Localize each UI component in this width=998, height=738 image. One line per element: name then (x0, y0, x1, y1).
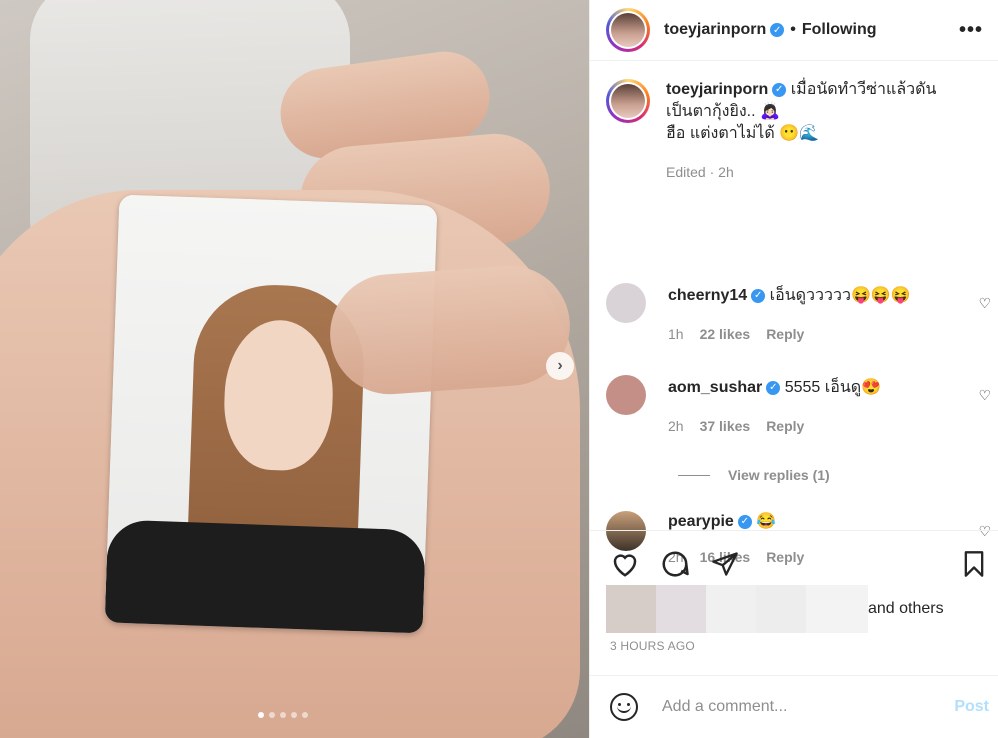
following-button[interactable]: Following (802, 21, 877, 39)
likes-summary[interactable]: and others (606, 585, 998, 633)
post-caption: toeyjarinporn ✓ เมื่อนัดทำวีซ่าแล้วดัน เป… (590, 61, 998, 211)
emoji-icon[interactable] (610, 693, 638, 721)
verified-badge-icon: ✓ (737, 514, 752, 529)
separator-dot: • (790, 21, 796, 38)
carousel-dot (291, 712, 297, 718)
caption-line-2: เป็นตากุ้งยิง.. 🙇🏻‍♀️ (666, 103, 780, 120)
comment-avatar[interactable] (606, 375, 646, 415)
carousel-dot (258, 712, 264, 718)
post-actions: and others 3 HOURS AGO (590, 530, 998, 653)
view-replies-button[interactable]: View replies (1) (590, 467, 998, 483)
and-others-label[interactable]: and others (868, 600, 944, 618)
verified-badge-icon: ✓ (751, 288, 766, 303)
verified-badge-icon: ✓ (770, 23, 785, 37)
caption-username[interactable]: toeyjarinporn (666, 81, 768, 98)
ellipsis-icon[interactable]: ••• (959, 19, 983, 42)
heart-outline-icon[interactable]: ♡ (978, 295, 991, 312)
heart-icon[interactable] (610, 550, 640, 578)
comment-username[interactable]: cheerny14 (668, 287, 747, 304)
share-icon[interactable] (710, 550, 740, 578)
caption-avatar[interactable] (606, 79, 650, 123)
carousel-dot (269, 712, 275, 718)
caption-line-1: เมื่อนัดทำวีซ่าแล้วดัน (790, 81, 937, 98)
passport-photo (104, 194, 438, 634)
liker-avatar-blur (806, 585, 868, 633)
comment-avatar[interactable] (606, 283, 646, 323)
comment-likes[interactable]: 37 likes (700, 418, 751, 434)
carousel-dot (302, 712, 308, 718)
reply-button[interactable]: Reply (766, 418, 804, 434)
liker-avatar-blur (756, 585, 806, 633)
caption-line-3: ฮือ แต่งตาไม่ได้ 😶🌊 (666, 125, 820, 142)
comment-time: 1h (668, 326, 684, 342)
liker-avatar-blur (606, 585, 656, 633)
liker-avatar-blur (656, 585, 706, 633)
post-media: › (0, 0, 589, 738)
comment-username[interactable]: aom_sushar (668, 379, 762, 396)
liker-avatar-blur (706, 585, 756, 633)
comment-item: aom_sushar ✓ 5555 เอ็นดู😍 2h 37 likes Reply… (590, 375, 998, 443)
reply-button[interactable]: Reply (766, 326, 804, 342)
add-comment-bar: Post (590, 675, 998, 738)
comment-item: cheerny14 ✓ เอ็นดูววววว😝😝😝 1h 22 likes Repl… (590, 283, 998, 363)
comment-text: 😂 (756, 513, 777, 530)
portrait-shirt (104, 519, 427, 634)
comment-likes[interactable]: 22 likes (700, 326, 751, 342)
comment-time: 2h (668, 418, 684, 434)
comment-input[interactable] (660, 697, 955, 717)
heart-outline-icon[interactable]: ♡ (978, 387, 991, 404)
bookmark-icon[interactable] (961, 550, 987, 578)
edited-label: Edited (666, 164, 706, 180)
posted-time: 3 HOURS AGO (610, 639, 695, 653)
carousel-dots (258, 712, 308, 718)
replies-line (678, 474, 710, 476)
verified-badge-icon: ✓ (766, 380, 781, 395)
author-avatar[interactable] (606, 8, 650, 52)
caption-meta: Edited · 2h (666, 164, 734, 180)
comment-icon[interactable] (660, 549, 690, 579)
post-button[interactable]: Post (954, 698, 989, 716)
author-username[interactable]: toeyjarinporn (664, 21, 766, 39)
comment-text: 5555 เอ็นดู😍 (784, 379, 882, 396)
comment-text: เอ็นดูววววว😝😝😝 (769, 287, 911, 304)
post-panel: toeyjarinporn ✓ • Following ••• toeyjari… (589, 0, 998, 738)
comment-username[interactable]: pearypie (668, 513, 734, 530)
hand-thumb (326, 261, 574, 399)
chevron-right-icon: › (557, 357, 563, 374)
view-replies-label[interactable]: View replies (1) (728, 467, 830, 483)
caption-time: 2h (718, 164, 734, 180)
verified-badge-icon: ✓ (772, 82, 787, 97)
carousel-next-button[interactable]: › (546, 352, 574, 380)
carousel-dot (280, 712, 286, 718)
post-header: toeyjarinporn ✓ • Following ••• (590, 0, 998, 61)
